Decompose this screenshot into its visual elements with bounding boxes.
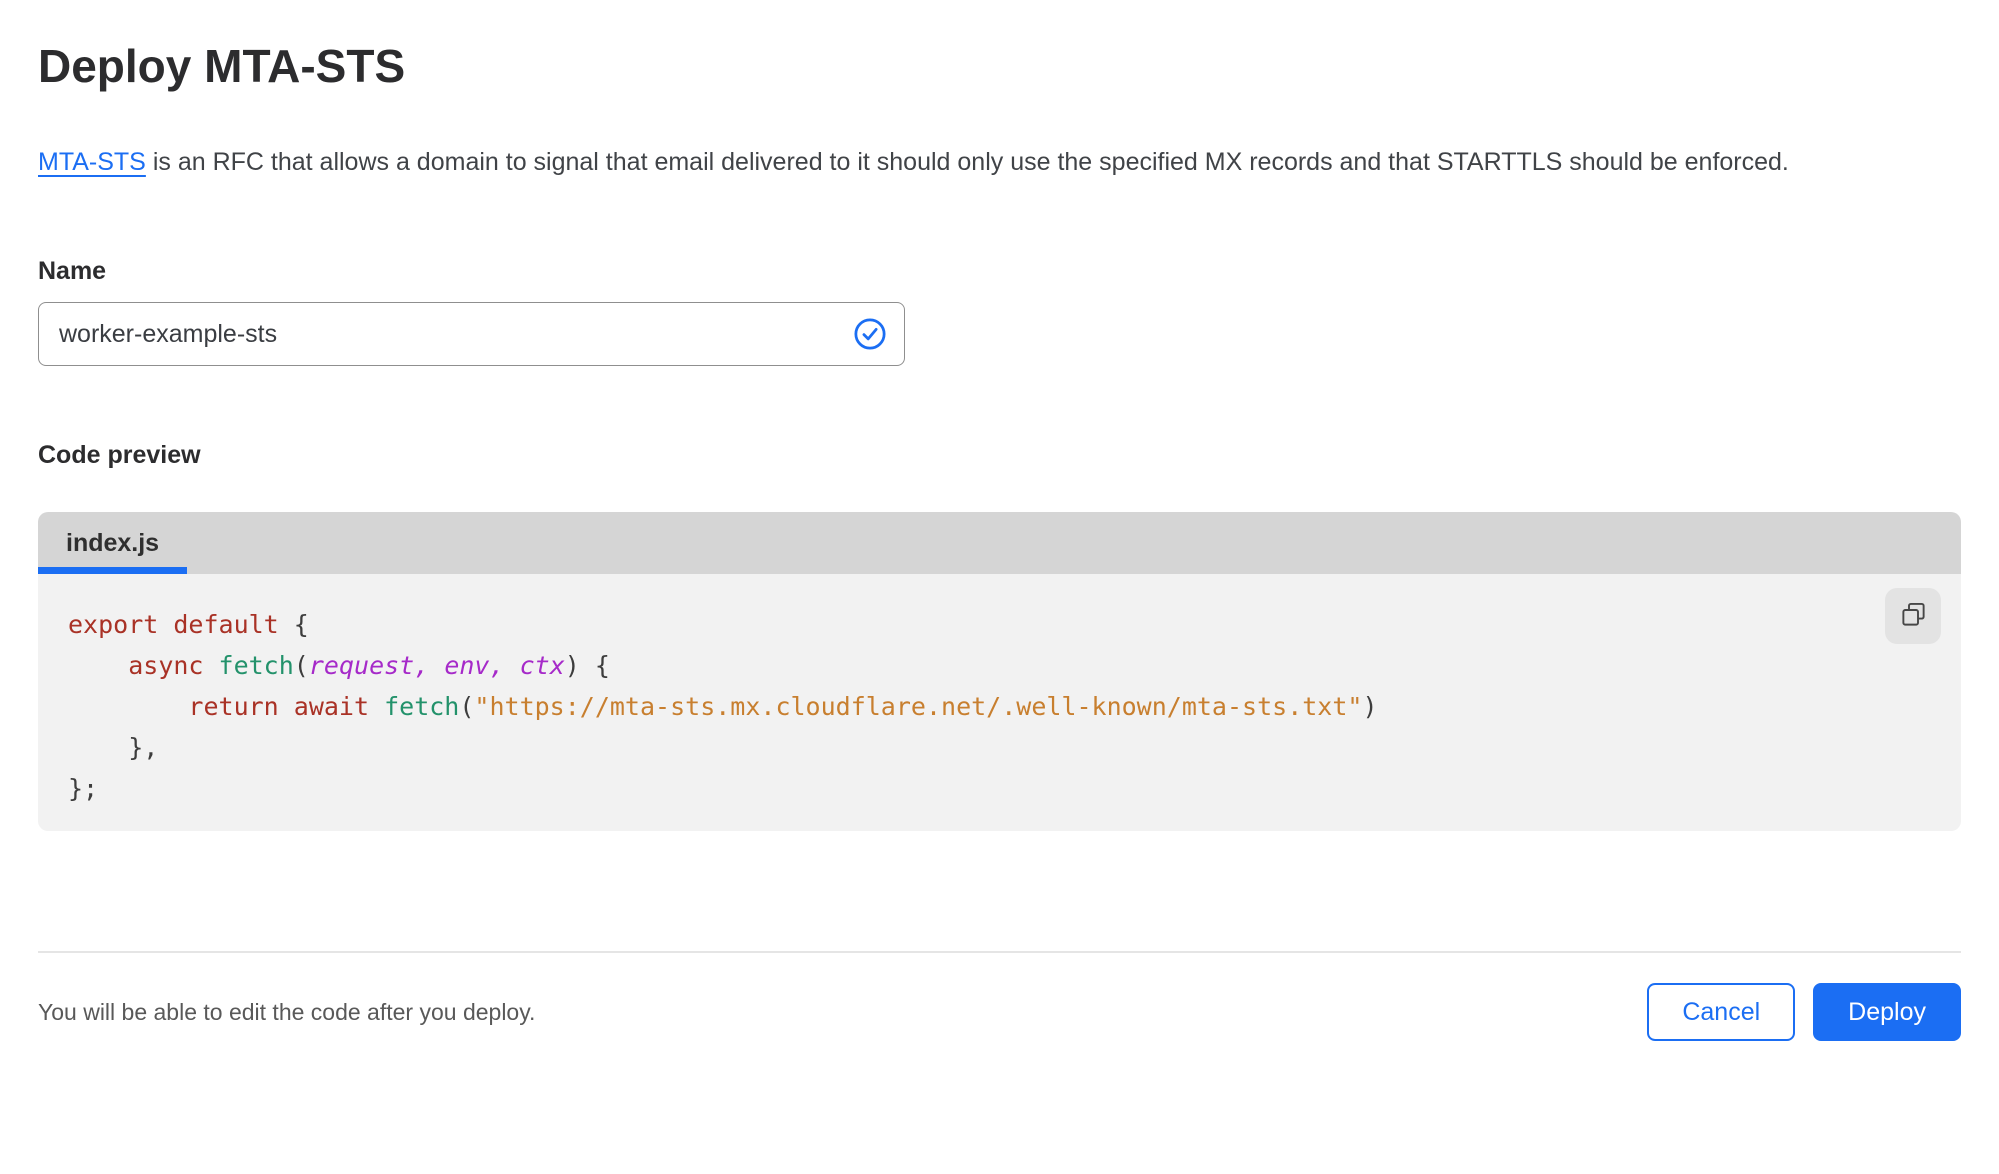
copy-icon	[1900, 601, 1927, 631]
description-rest: is an RFC that allows a domain to signal…	[145, 148, 1789, 176]
code-line: },	[68, 733, 159, 762]
mta-sts-link[interactable]: MTA-STS	[38, 148, 146, 176]
footer-divider	[38, 951, 1961, 953]
code-lines: export default { async fetch(request, en…	[68, 604, 1871, 809]
check-circle-icon	[853, 317, 887, 351]
cancel-button[interactable]: Cancel	[1647, 983, 1796, 1041]
code-preview-label: Code preview	[38, 441, 201, 469]
code-line: return await fetch("https://mta-sts.mx.c…	[188, 692, 1378, 721]
description-text: MTA-STS is an RFC that allows a domain t…	[38, 140, 1928, 184]
code-preview-block: index.js export default { async fetch(re…	[38, 512, 1961, 831]
name-label: Name	[38, 257, 107, 285]
name-input[interactable]	[38, 302, 905, 366]
code-tabbar: index.js	[38, 512, 1961, 574]
code-line: export default {	[68, 610, 309, 639]
deploy-mta-sts-page: Deploy MTA-STS MTA-STS is an RFC that al…	[0, 36, 1999, 1041]
footer-actions: Cancel Deploy	[1647, 983, 1961, 1041]
tab-index-js[interactable]: index.js	[38, 512, 187, 574]
name-input-wrap	[38, 302, 905, 366]
code-line: };	[68, 774, 99, 803]
footer-bar: You will be able to edit the code after …	[38, 983, 1961, 1041]
footer-note: You will be able to edit the code after …	[38, 998, 536, 1025]
copy-code-button[interactable]	[1885, 588, 1941, 644]
page-title: Deploy MTA-STS	[38, 40, 406, 92]
code-line: async fetch(request, env, ctx) {	[128, 651, 610, 680]
code-area: export default { async fetch(request, en…	[38, 574, 1961, 831]
deploy-button[interactable]: Deploy	[1813, 983, 1961, 1041]
